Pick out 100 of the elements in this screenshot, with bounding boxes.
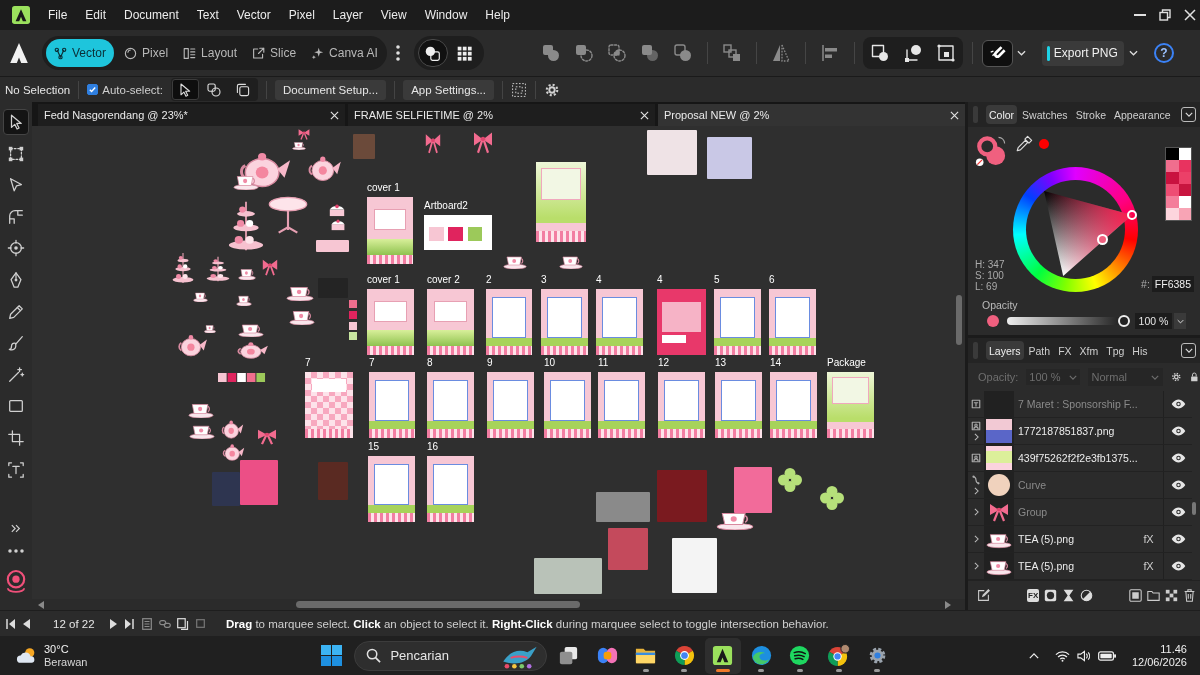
edit-icon[interactable] [977, 589, 990, 602]
eye-icon[interactable] [1170, 506, 1186, 518]
dropdown-button[interactable] [1174, 313, 1186, 329]
clock-date[interactable]: 12/06/2026 [1131, 655, 1187, 669]
eye-icon[interactable] [1170, 425, 1186, 437]
eyedropper-icon[interactable] [1015, 135, 1033, 153]
overlapping-shapes-icon[interactable] [639, 43, 660, 63]
help-button[interactable]: ? [1153, 43, 1174, 63]
first-page-icon[interactable] [6, 618, 15, 629]
saturation-triangle[interactable] [1044, 191, 1132, 276]
hourglass-icon[interactable] [1062, 589, 1076, 602]
color-handle[interactable] [1097, 234, 1108, 245]
color-swatch-icon[interactable] [1166, 184, 1179, 196]
double-chevron-icon[interactable] [11, 524, 21, 534]
close-icon[interactable] [330, 110, 339, 120]
color-swatch-icon[interactable] [1166, 208, 1179, 220]
persona-tab[interactable]: Slice [247, 39, 302, 67]
caret-icon[interactable] [1128, 50, 1138, 56]
panel-tab[interactable]: Path [1025, 341, 1054, 360]
color-swatch-icon[interactable] [1166, 160, 1179, 172]
node-circle-icon[interactable] [902, 43, 923, 63]
mask-icon[interactable] [1044, 589, 1058, 602]
chevron-right-icon[interactable] [973, 535, 979, 543]
overlapping-shapes-icon[interactable] [573, 43, 594, 63]
menu-item[interactable]: File [39, 4, 77, 26]
chevron-right-icon[interactable] [973, 433, 979, 441]
weather-condition[interactable]: Berawan [44, 655, 88, 669]
folder-icon[interactable] [1147, 589, 1161, 602]
slider-thumb[interactable] [1118, 315, 1130, 327]
next-icon[interactable] [110, 618, 117, 629]
chevron-up-icon[interactable] [1028, 652, 1039, 659]
duplicate-page-icon[interactable] [177, 617, 189, 630]
checkerboard-icon[interactable] [1165, 589, 1179, 602]
layer-name[interactable]: TEA (5).png [1014, 560, 1144, 572]
wifi-icon[interactable] [1054, 649, 1070, 662]
start-icon[interactable] [321, 645, 343, 666]
close-icon[interactable] [950, 110, 959, 120]
persona-tab[interactable]: Vector [46, 39, 115, 67]
search-input[interactable]: Pencarian [390, 648, 491, 663]
chevron-right-icon[interactable] [973, 487, 979, 495]
panel-tab[interactable]: Stroke [1072, 105, 1109, 124]
snapping-button[interactable] [981, 39, 1013, 67]
layer-name[interactable]: TEA (5).png [1014, 533, 1144, 545]
box-circle-icon[interactable] [869, 43, 890, 63]
auto-select-checkbox[interactable] [87, 84, 99, 95]
color-dot-icon[interactable] [1039, 139, 1049, 149]
corner-box-icon[interactable] [935, 43, 956, 63]
align-left-icon[interactable] [819, 43, 840, 63]
more-dots-icon[interactable] [8, 548, 24, 553]
settings-button[interactable]: App Settings... [403, 79, 494, 100]
scrollbar-thumb[interactable] [956, 295, 962, 345]
caret-icon[interactable] [1016, 50, 1026, 56]
hex-field[interactable]: FF6385 [1151, 276, 1194, 292]
eye-icon[interactable] [1170, 560, 1186, 572]
trash-icon[interactable] [1183, 589, 1197, 602]
view-mode-button[interactable] [417, 39, 448, 67]
eye-icon[interactable] [1170, 452, 1186, 464]
menu-item[interactable]: Layer [323, 4, 372, 26]
color-swatch-icon[interactable] [1166, 196, 1179, 208]
color-swatch-icon[interactable] [1166, 148, 1179, 160]
layer-name[interactable]: Curve [1014, 479, 1163, 491]
opacity-slider[interactable] [1007, 315, 1130, 327]
opacity-field[interactable]: 100 % [1135, 313, 1172, 329]
export-button[interactable]: Export PNG [1041, 40, 1124, 66]
settings-icon[interactable] [544, 81, 560, 98]
layer-name[interactable]: 7 Maret : Sponsorship F... [1014, 398, 1163, 410]
dashed-grid-icon[interactable] [511, 81, 527, 98]
checkbox-label[interactable]: Auto-select: [102, 83, 163, 96]
selection-mode-button[interactable] [171, 79, 199, 100]
layer-name[interactable]: 439f75262f2f2e3fb1375... [1014, 452, 1163, 464]
effects-button[interactable]: FX [1027, 589, 1040, 602]
menu-item[interactable]: Pixel [279, 4, 324, 26]
panel-tab[interactable]: FX [1055, 341, 1075, 360]
panel-menu-button[interactable] [1181, 343, 1196, 358]
more-icon[interactable] [395, 45, 400, 61]
canvas-area[interactable]: cover 1 Artboard2 cover 1 cover 2 2 3 4 4 5 6 7 7 8 9 10 11 12 13 14 Package 15 16 [32, 126, 965, 599]
rings-icon[interactable] [6, 569, 26, 593]
persona-tab[interactable]: Canva AI [306, 39, 383, 67]
battery-icon[interactable] [1097, 650, 1116, 661]
restore-icon[interactable] [1159, 9, 1171, 21]
chevron-right-icon[interactable] [973, 562, 979, 570]
eye-icon[interactable] [1170, 398, 1186, 410]
close-icon[interactable] [1184, 9, 1196, 21]
layer-name[interactable]: Group [1014, 506, 1163, 518]
hue-handle[interactable] [1127, 210, 1137, 220]
stacked-squares-icon[interactable] [721, 43, 742, 63]
lock-icon[interactable] [1189, 371, 1200, 383]
panel-tab[interactable]: Color [986, 105, 1018, 124]
eye-icon[interactable] [1170, 479, 1186, 491]
chevron-right-icon[interactable] [973, 508, 979, 516]
menu-item[interactable]: Document [115, 4, 188, 26]
speaker-icon[interactable] [1076, 649, 1090, 662]
layer-name[interactable]: 1772187851837.png [1014, 425, 1163, 437]
clock-time[interactable]: 11.46 [1160, 642, 1187, 656]
panel-menu-button[interactable] [1181, 107, 1196, 122]
menu-item[interactable]: Help [476, 4, 519, 26]
menu-item[interactable]: Window [415, 4, 477, 26]
overlapping-shapes-icon[interactable] [672, 43, 693, 63]
panel-tab[interactable]: Layers [986, 341, 1024, 360]
document-tab[interactable]: Fedd Nasgorendang @ 23%* [38, 104, 345, 126]
